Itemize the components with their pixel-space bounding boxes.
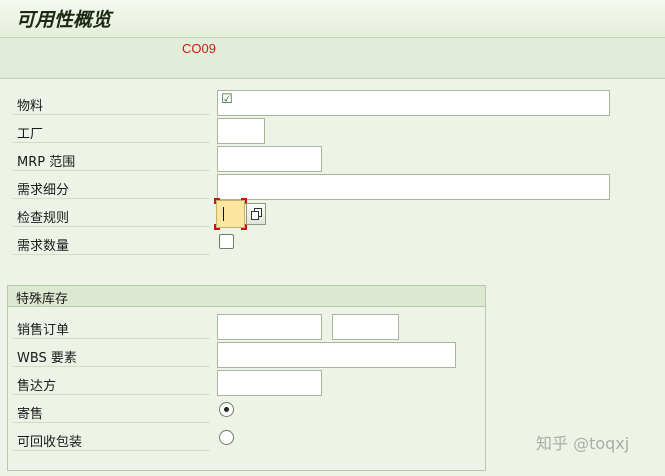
requirements-segment-label: 需求细分 (17, 183, 70, 198)
transaction-code: CO09 (182, 41, 216, 56)
sold-to-party-input[interactable] (217, 370, 322, 396)
title-bar: 可用性概览 (0, 0, 665, 38)
sales-order-label: 销售订单 (17, 323, 70, 338)
row-wbs-element: WBS 要素 (13, 341, 210, 367)
copy-icon (251, 211, 259, 220)
plant-label: 工厂 (17, 127, 44, 142)
requirements-segment-input[interactable] (217, 174, 610, 200)
watermark: 知乎 @toqxj (536, 434, 630, 453)
page-title: 可用性概览 (16, 9, 112, 31)
checking-rule-label: 检查规则 (17, 211, 70, 226)
row-sold-to-party: 售达方 (13, 369, 210, 395)
sales-order-item-input[interactable] (332, 314, 399, 340)
special-stock-header: 特殊库存 (8, 286, 485, 307)
text-cursor (223, 207, 224, 221)
sales-order-input[interactable] (217, 314, 322, 340)
requirements-quantity-label: 需求数量 (17, 239, 70, 254)
focus-corner (214, 198, 220, 204)
row-material: 物料 (13, 89, 210, 115)
material-label: 物料 (17, 99, 44, 114)
returnable-packaging-radio[interactable] (219, 430, 234, 445)
row-consignment: 寄售 (13, 397, 210, 423)
value-help-button[interactable] (246, 203, 266, 225)
row-checking-rule: 检查规则 (13, 201, 210, 227)
wbs-element-label: WBS 要素 (17, 351, 77, 366)
returnable-packaging-label: 可回收包装 (17, 435, 83, 450)
wbs-element-input[interactable] (217, 342, 456, 368)
sold-to-party-label: 售达方 (17, 379, 57, 394)
row-requirements-quantity: 需求数量 (13, 229, 210, 255)
row-requirements-segment: 需求细分 (13, 173, 210, 199)
consignment-radio[interactable] (219, 402, 234, 417)
row-returnable-packaging: 可回收包装 (13, 425, 210, 451)
mrp-area-input[interactable] (217, 146, 322, 172)
checking-rule-input[interactable] (214, 198, 247, 230)
material-input[interactable]: ☑ (217, 90, 610, 116)
special-stock-title: 特殊库存 (16, 292, 69, 307)
mrp-area-label: MRP 范围 (17, 155, 76, 170)
row-plant: 工厂 (13, 117, 210, 143)
consignment-label: 寄售 (17, 407, 44, 422)
focus-corner (214, 224, 220, 230)
application-toolbar: CO09 (0, 38, 665, 79)
row-mrp-area: MRP 范围 (13, 145, 210, 171)
row-sales-order: 销售订单 (13, 313, 210, 339)
requirements-quantity-checkbox[interactable] (219, 234, 234, 249)
material-value: ☑ (221, 92, 233, 107)
plant-input[interactable] (217, 118, 265, 144)
